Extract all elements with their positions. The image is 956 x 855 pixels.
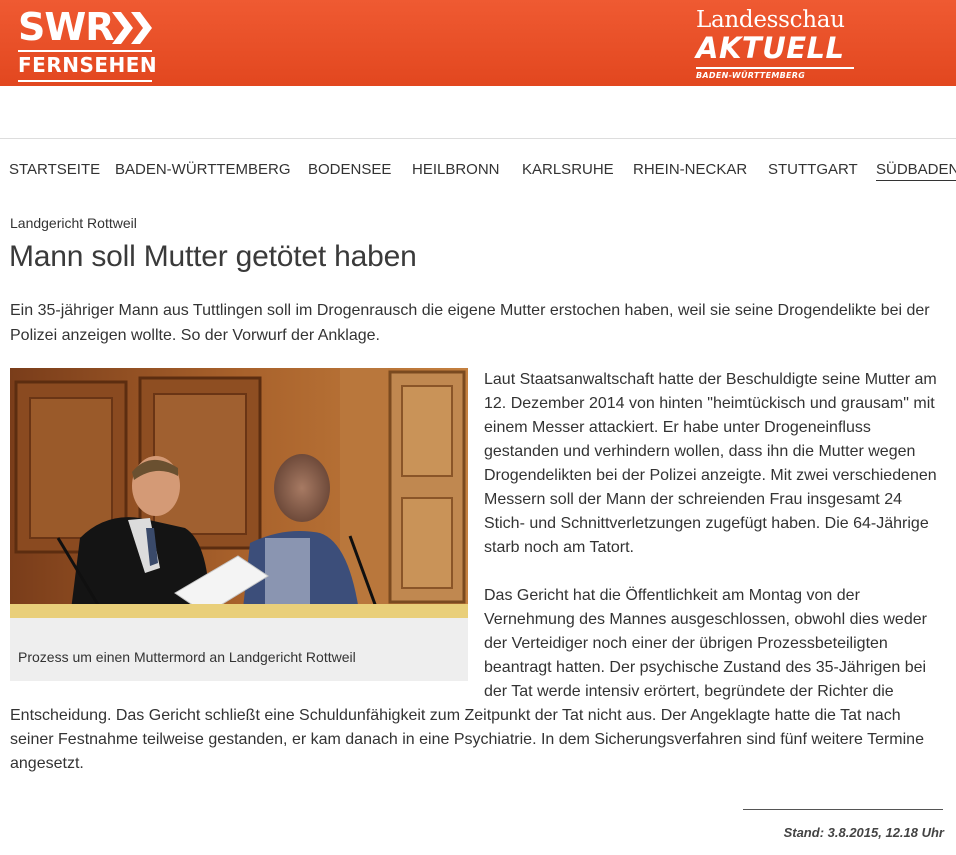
swr-logo-word: SWR: [18, 5, 115, 49]
courtroom-photo[interactable]: [10, 368, 468, 618]
nav-item-stuttgart[interactable]: STUTTGART: [768, 160, 858, 180]
nav-item-baden-wuerttemberg[interactable]: BADEN-WÜRTTEMBERG: [115, 160, 291, 180]
logo-divider: [18, 50, 152, 52]
article-timestamp: Stand: 3.8.2015, 12.18 Uhr: [783, 825, 944, 840]
swr-fernsehen-logo[interactable]: SWR FERNSEHEN: [18, 5, 158, 82]
show-logo-bot: BADEN-WÜRTTEMBERG: [696, 71, 806, 80]
article-headline: Mann soll Mutter getötet haben: [9, 240, 417, 273]
nav-item-bodensee[interactable]: BODENSEE: [308, 160, 391, 180]
stand-divider: [743, 809, 943, 810]
nav-item-karlsruhe[interactable]: KARLSRUHE: [522, 160, 614, 180]
site-header: SWR FERNSEHEN Landesschau AKTUELL BADEN-…: [0, 0, 956, 86]
nav-top-rule: [0, 138, 956, 139]
logo-divider: [18, 80, 152, 82]
nav-item-heilbronn[interactable]: HEILBRONN: [412, 160, 500, 180]
show-logo-top: Landesschau: [696, 7, 845, 33]
logo-divider: [696, 67, 854, 69]
landesschau-aktuell-logo[interactable]: Landesschau AKTUELL BADEN-WÜRTTEMBERG: [696, 6, 856, 82]
article-teaser: Ein 35-jähriger Mann aus Tuttlingen soll…: [10, 302, 930, 344]
nav-item-suedbaden[interactable]: SÜDBADEN: [876, 160, 956, 181]
article-figure: Prozess um einen Muttermord an Landgeric…: [10, 368, 468, 681]
image-caption: Prozess um einen Muttermord an Landgeric…: [18, 649, 356, 665]
nav-item-startseite[interactable]: STARTSEITE: [9, 160, 100, 180]
show-logo-mid: AKTUELL: [696, 31, 845, 65]
article-kicker: Landgericht Rottweil: [10, 215, 137, 231]
swr-arrows-icon: [112, 12, 152, 44]
region-navigation: STARTSEITE BADEN-WÜRTTEMBERG BODENSEE HE…: [0, 160, 956, 182]
nav-item-rhein-neckar[interactable]: RHEIN-NECKAR: [633, 160, 747, 180]
swr-logo-sub: FERNSEHEN: [18, 53, 158, 77]
article-body: Prozess um einen Muttermord an Landgeric…: [10, 368, 940, 776]
